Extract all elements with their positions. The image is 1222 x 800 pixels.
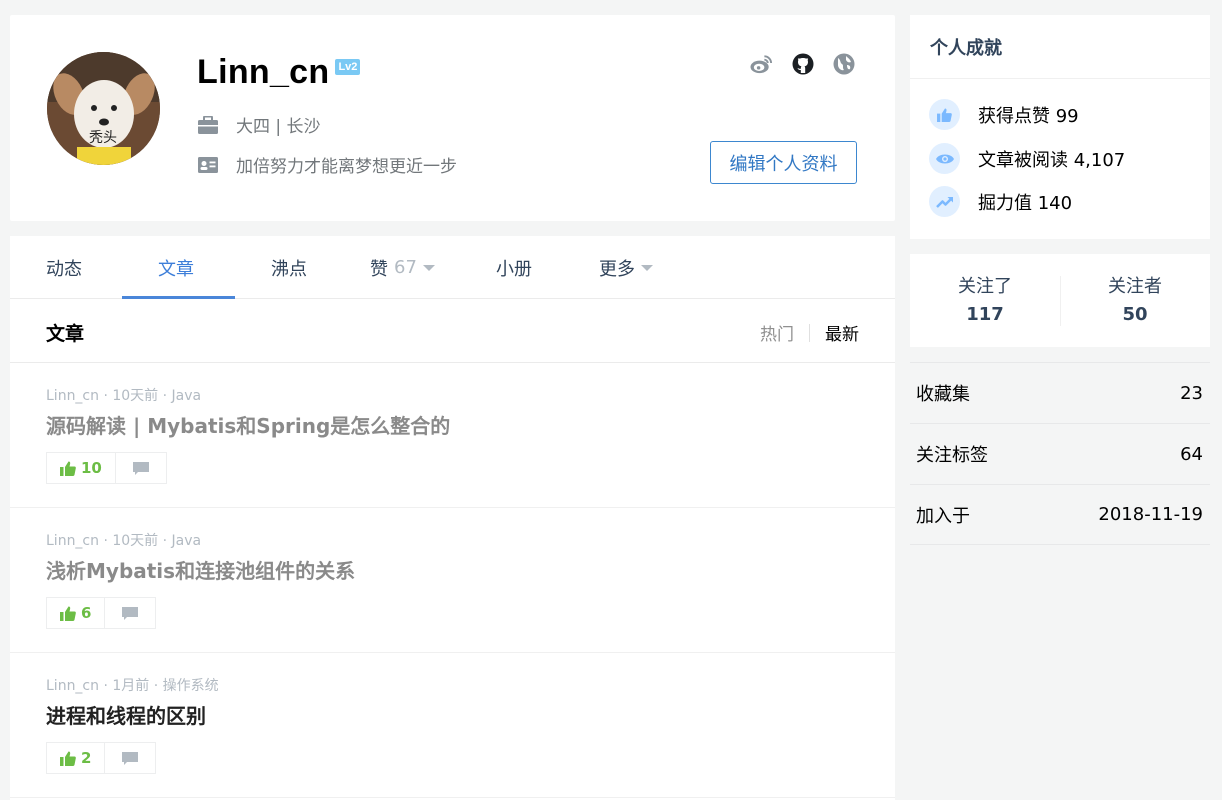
stat-label: 加入于 <box>916 505 970 527</box>
following-link[interactable]: 关注了 117 <box>910 272 1060 325</box>
thumbs-up-icon <box>60 606 76 621</box>
following-label: 关注了 <box>958 276 1012 297</box>
stat-value: 2018-11-19 <box>1098 504 1203 525</box>
tab-label: 文章 <box>158 258 194 280</box>
profile-stats: 收藏集 23 关注标签 64 加入于 2018-11-19 <box>910 362 1210 545</box>
github-icon[interactable] <box>791 52 814 75</box>
username: Linn_cn <box>197 53 330 91</box>
trending-up-icon <box>929 186 960 217</box>
like-button[interactable]: 10 <box>46 452 116 484</box>
stat-label: 关注标签 <box>916 445 988 466</box>
sort-hot-link[interactable]: 热门 <box>760 320 794 345</box>
comment-button[interactable] <box>105 742 157 774</box>
thumbs-up-icon <box>60 751 76 766</box>
stat-joined-date: 加入于 2018-11-19 <box>910 484 1210 545</box>
profile-card: 秃头 Linn_cn Lv2 大四 | 长沙 加倍努力才能离梦想更近一步 编辑个… <box>10 15 895 221</box>
like-count: 10 <box>81 459 102 477</box>
following-count: 117 <box>966 304 1004 325</box>
article-item[interactable]: Linn_cn · 10天前 · Java 浅析Mybatis和连接池组件的关系… <box>10 508 895 653</box>
article-title[interactable]: 浅析Mybatis和连接池组件的关系 <box>46 555 355 584</box>
stat-collections[interactable]: 收藏集 23 <box>910 362 1210 423</box>
comment-icon <box>122 606 139 620</box>
content-card: 动态 文章 沸点 赞 67 小册 更多 文章 热门 最新 Linn_cn · 1… <box>10 236 895 800</box>
like-button[interactable]: 2 <box>46 742 106 774</box>
thumbs-up-icon <box>929 99 960 130</box>
tab-more[interactable]: 更多 <box>599 236 653 299</box>
chevron-down-icon <box>422 264 435 271</box>
comment-button[interactable] <box>105 597 157 629</box>
tab-likes[interactable]: 赞 67 <box>370 236 435 299</box>
like-count: 6 <box>81 604 92 622</box>
tab-articles[interactable]: 文章 <box>158 236 194 299</box>
likes-count: 67 <box>394 257 417 278</box>
tab-label: 沸点 <box>271 258 307 280</box>
achievements-title: 个人成就 <box>910 15 1210 79</box>
stat-followed-tags[interactable]: 关注标签 64 <box>910 423 1210 484</box>
social-links <box>750 52 855 75</box>
level-badge: Lv2 <box>335 58 361 75</box>
achievement-likes-text: 获得点赞 99 <box>978 105 1079 127</box>
follow-card: 关注了 117 关注者 50 <box>910 254 1210 347</box>
tab-pins[interactable]: 沸点 <box>271 236 307 299</box>
divider <box>809 323 810 342</box>
job-info: 大四 | 长沙 <box>197 112 321 137</box>
username-row: Linn_cn Lv2 <box>197 53 361 92</box>
chevron-down-icon <box>641 264 653 271</box>
article-item[interactable]: Linn_cn · 10天前 · Java 源码解读 | Mybatis和Spr… <box>10 363 895 508</box>
tab-label: 小册 <box>496 258 532 280</box>
followers-link[interactable]: 关注者 50 <box>1060 272 1210 325</box>
comment-icon <box>122 751 139 765</box>
article-title[interactable]: 进程和线程的区别 <box>46 700 206 729</box>
article-meta: Linn_cn · 1月前 · 操作系统 <box>46 678 219 694</box>
achievement-likes: 获得点赞 99 <box>929 99 1079 130</box>
job-text: 大四 | 长沙 <box>236 117 321 137</box>
tab-activity[interactable]: 动态 <box>46 236 82 299</box>
comment-button[interactable] <box>115 452 167 484</box>
achievements-card: 个人成就 获得点赞 99 文章被阅读 4,107 掘力值 140 <box>910 15 1210 239</box>
tab-label: 赞 <box>370 258 388 280</box>
avatar[interactable]: 秃头 <box>47 52 160 165</box>
tab-label: 动态 <box>46 258 82 280</box>
id-card-icon <box>197 156 219 174</box>
eye-icon <box>929 143 960 174</box>
sort-newest-link[interactable]: 最新 <box>825 320 859 345</box>
thumbs-up-icon <box>60 461 76 476</box>
article-meta: Linn_cn · 10天前 · Java <box>46 388 202 404</box>
achievement-reads-text: 文章被阅读 4,107 <box>978 149 1126 171</box>
edit-profile-button[interactable]: 编辑个人资料 <box>710 141 857 184</box>
avatar-caption: 秃头 <box>89 130 117 146</box>
sort-options: 热门 最新 <box>760 320 859 345</box>
like-button[interactable]: 6 <box>46 597 106 629</box>
followers-count: 50 <box>1122 304 1148 325</box>
achievement-power-text: 掘力值 140 <box>978 192 1073 214</box>
article-item[interactable]: Linn_cn · 1月前 · 操作系统 进程和线程的区别 2 <box>10 653 895 798</box>
article-actions: 6 <box>46 597 157 629</box>
stat-value: 23 <box>1180 382 1203 404</box>
weibo-icon[interactable] <box>750 52 773 75</box>
section-title: 文章 <box>46 323 85 345</box>
achievement-reads: 文章被阅读 4,107 <box>929 143 1125 174</box>
article-actions: 2 <box>46 742 157 774</box>
tab-label: 更多 <box>599 258 635 280</box>
like-count: 2 <box>81 749 92 767</box>
stat-label: 收藏集 <box>916 384 970 405</box>
article-title[interactable]: 源码解读 | Mybatis和Spring是怎么整合的 <box>46 410 450 439</box>
intro-info: 加倍努力才能离梦想更近一步 <box>197 152 457 177</box>
comment-icon <box>132 461 149 475</box>
tab-booklets[interactable]: 小册 <box>496 236 532 299</box>
intro-text: 加倍努力才能离梦想更近一步 <box>236 157 457 177</box>
followers-label: 关注者 <box>1108 276 1162 297</box>
briefcase-icon <box>197 115 219 134</box>
article-meta: Linn_cn · 10天前 · Java <box>46 533 202 549</box>
section-header: 文章 热门 最新 <box>10 299 895 363</box>
website-icon[interactable] <box>832 52 855 75</box>
profile-tabs: 动态 文章 沸点 赞 67 小册 更多 <box>10 236 895 299</box>
article-actions: 10 <box>46 452 167 484</box>
achievement-power: 掘力值 140 <box>929 186 1072 217</box>
stat-value: 64 <box>1180 443 1203 465</box>
avatar-image: 秃头 <box>47 52 160 165</box>
